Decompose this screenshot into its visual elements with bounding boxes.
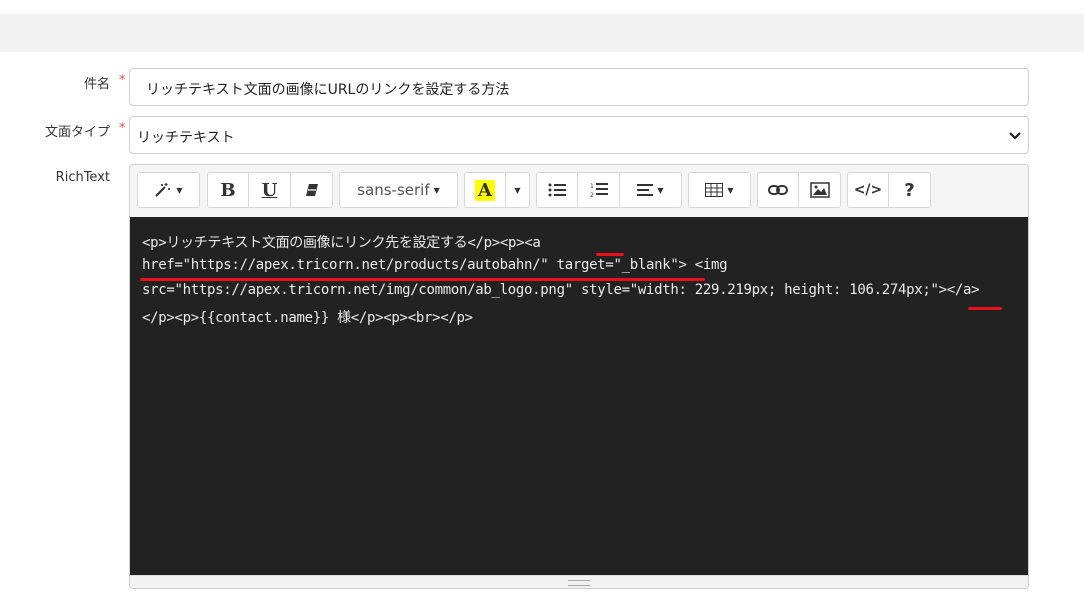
help-button[interactable]: ?: [889, 172, 931, 208]
font-color-label: A: [475, 179, 495, 201]
code-view-label: </>: [853, 182, 883, 198]
richtext-editor: ▼ B U sans-serif ▼ A ▼ 12 ▼ ▼ </> ? <p>リ…: [129, 164, 1029, 589]
resize-grip-icon: [568, 580, 590, 586]
type-label: 文面タイプ: [44, 125, 110, 140]
eraser-icon: [305, 184, 318, 196]
underline-button-label: U: [261, 179, 278, 201]
magic-wand-icon: [155, 183, 171, 197]
font-color-button[interactable]: A: [464, 172, 506, 208]
chevron-down-icon: ▼: [433, 185, 440, 195]
image-icon: [809, 182, 830, 198]
link-icon: [768, 185, 788, 195]
underline-button[interactable]: U: [249, 172, 291, 208]
style-button[interactable]: ▼: [137, 172, 200, 208]
subject-input-value: リッチテキスト文面の画像にURLのリンクを設定する方法: [146, 82, 510, 98]
chevron-down-icon: [1009, 132, 1021, 140]
code-line: <p>リッチテキスト文面の画像にリンク先を設定する</p><p><a: [142, 235, 541, 251]
editor-resize-handle[interactable]: [130, 575, 1028, 588]
help-label: ?: [904, 179, 915, 201]
svg-text:1: 1: [590, 183, 594, 190]
type-select-value: リッチテキスト: [137, 130, 235, 146]
code-view-area[interactable]: <p>リッチテキスト文面の画像にリンク先を設定する</p><p><a href=…: [130, 217, 1028, 577]
editor-toolbar: ▼ B U sans-serif ▼ A ▼ 12 ▼ ▼ </> ?: [130, 165, 1028, 217]
align-left-icon: [637, 184, 654, 196]
annotation-underline: [596, 253, 624, 256]
type-required-mark: *: [119, 121, 126, 136]
insert-link-button[interactable]: [757, 172, 799, 208]
unordered-list-icon: [548, 183, 566, 197]
ordered-list-button[interactable]: 12: [578, 172, 620, 208]
subject-required-mark: *: [119, 73, 126, 88]
chevron-down-icon: ▼: [176, 185, 183, 195]
bold-button[interactable]: B: [207, 172, 249, 208]
subject-label: 件名: [83, 77, 110, 92]
richtext-label: RichText: [55, 170, 110, 185]
unordered-list-button[interactable]: [536, 172, 578, 208]
chevron-down-icon: ▼: [514, 185, 521, 195]
table-icon: [705, 183, 724, 197]
bold-button-label: B: [220, 179, 236, 201]
code-line: href="https://apex.tricorn.net/products/…: [142, 257, 728, 273]
paragraph-align-button[interactable]: ▼: [620, 172, 682, 208]
subject-input[interactable]: リッチテキスト文面の画像にURLのリンクを設定する方法: [129, 68, 1029, 106]
annotation-underline: [140, 278, 705, 281]
type-select[interactable]: リッチテキスト: [129, 116, 1029, 154]
font-name-dropdown[interactable]: sans-serif ▼: [339, 172, 458, 208]
remove-format-button[interactable]: [291, 172, 333, 208]
chevron-down-icon: ▼: [657, 185, 664, 195]
annotation-underline: [968, 307, 1002, 310]
top-bar: [0, 14, 1084, 52]
table-button[interactable]: ▼: [688, 172, 751, 208]
code-view-button[interactable]: </>: [847, 172, 889, 208]
svg-text:2: 2: [590, 192, 594, 198]
insert-image-button[interactable]: [799, 172, 841, 208]
code-line: src="https://apex.tricorn.net/img/common…: [142, 282, 980, 298]
font-name-value: sans-serif: [357, 181, 430, 199]
chevron-down-icon: ▼: [727, 185, 734, 195]
code-line: </p><p>{{contact.name}} 様</p><p><br></p>: [142, 310, 473, 326]
ordered-list-icon: 12: [590, 183, 608, 198]
font-color-dropdown[interactable]: ▼: [506, 172, 530, 208]
